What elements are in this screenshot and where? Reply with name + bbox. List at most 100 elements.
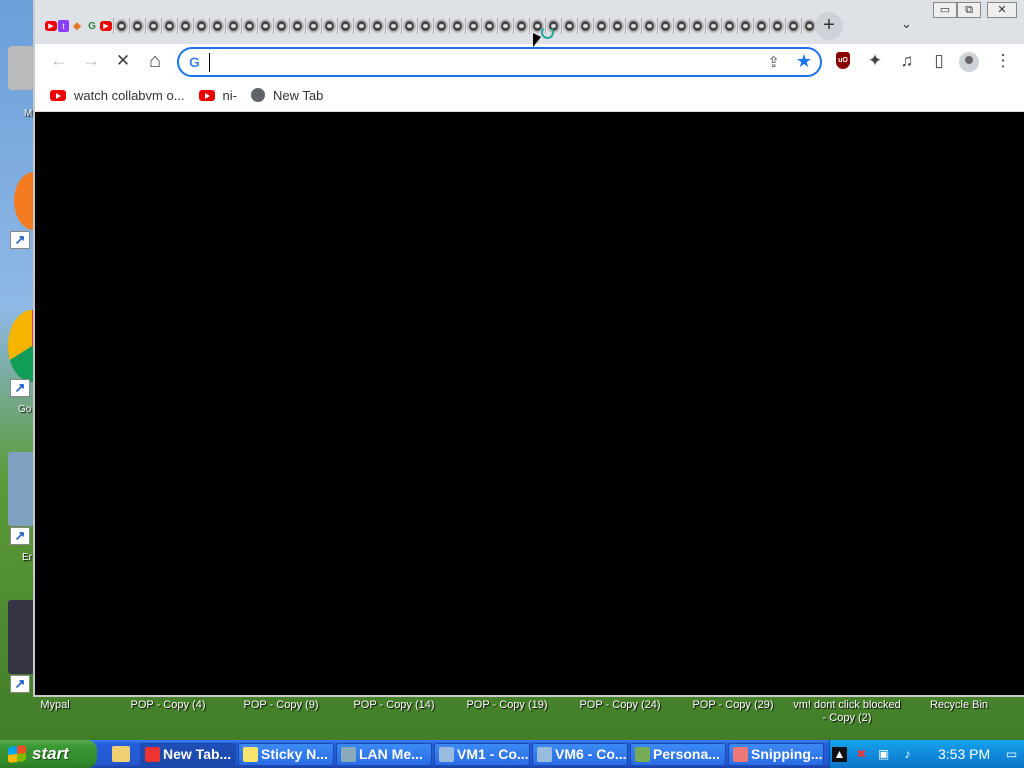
page-content[interactable] — [35, 113, 1024, 695]
ghost-icon[interactable] — [755, 19, 768, 33]
back-button[interactable]: ← — [47, 50, 71, 72]
youtube-icon — [50, 89, 66, 101]
ghost-icon[interactable] — [115, 19, 128, 33]
taskbar-button[interactable]: Persona... — [630, 743, 726, 766]
twitch-icon[interactable]: t — [58, 20, 69, 32]
share-icon[interactable]: ⇪ — [767, 53, 780, 71]
close-button[interactable]: ✕ — [987, 2, 1017, 18]
address-bar[interactable]: G ⇪ ★ — [177, 47, 822, 77]
profile-avatar[interactable] — [959, 52, 979, 72]
desktop-icon-label[interactable]: POP - Copy (4) — [113, 699, 223, 712]
desktop-icon-label[interactable]: POP - Copy (14) — [339, 699, 449, 712]
tab-search-button[interactable]: ⌄ — [901, 16, 912, 32]
ghost-icon[interactable] — [403, 19, 416, 33]
tab-separator — [673, 18, 674, 34]
show-desktop-icon[interactable]: ▭ — [1004, 747, 1019, 762]
forward-button[interactable]: → — [79, 50, 103, 72]
ghost-icon[interactable] — [275, 19, 288, 33]
restore-button[interactable]: ⧉ — [957, 2, 981, 18]
ghost-icon[interactable] — [483, 19, 496, 33]
clock[interactable]: 3:53 PM — [938, 740, 990, 768]
media-control-icon[interactable]: ♫ — [895, 50, 919, 72]
google-icon: G — [189, 54, 200, 70]
taskbar-button[interactable]: Sticky N... — [238, 743, 334, 766]
taskbar-button[interactable]: VM1 - Co... — [434, 743, 530, 766]
bookmark-star-icon[interactable]: ★ — [796, 51, 812, 72]
ghost-icon[interactable] — [515, 19, 528, 33]
ghost-icon[interactable] — [179, 19, 192, 33]
bookmark-item[interactable]: New Tab — [251, 88, 323, 103]
desktop-icon-label[interactable]: POP - Copy (9) — [226, 699, 336, 712]
start-button[interactable]: start — [0, 740, 97, 768]
ghost-icon[interactable] — [739, 19, 752, 33]
duckduckgo-icon[interactable]: ◈ — [70, 18, 84, 34]
ghost-icon[interactable] — [163, 19, 176, 33]
youtube-icon[interactable]: ▶ — [45, 21, 57, 31]
ghost-icon[interactable] — [579, 19, 592, 33]
ghost-icon[interactable] — [643, 19, 656, 33]
ghost-icon[interactable] — [371, 19, 384, 33]
ghost-icon[interactable] — [419, 19, 432, 33]
ghost-icon[interactable] — [451, 19, 464, 33]
ghost-icon[interactable] — [131, 19, 144, 33]
desktop-icon-label[interactable]: vm! dont click blocked - Copy (2) — [792, 699, 902, 725]
chrome-menu-icon[interactable]: ⋮ — [991, 50, 1015, 72]
minimize-button[interactable]: ▭ — [933, 2, 957, 18]
ghost-icon[interactable] — [195, 19, 208, 33]
ghost-icon[interactable] — [675, 19, 688, 33]
ghost-icon[interactable] — [355, 19, 368, 33]
ghost-icon[interactable] — [611, 19, 624, 33]
desktop-icon-label[interactable]: POP - Copy (24) — [565, 699, 675, 712]
ghost-icon[interactable] — [147, 19, 160, 33]
ghost-icon[interactable] — [243, 19, 256, 33]
youtube-icon[interactable]: ▶ — [100, 21, 112, 31]
address-input[interactable] — [209, 53, 749, 72]
ghost-icon[interactable] — [707, 19, 720, 33]
bookmark-item[interactable]: ni- — [198, 88, 237, 103]
ghost-icon[interactable] — [467, 19, 480, 33]
ghost-icon[interactable] — [259, 19, 272, 33]
ghost-icon[interactable] — [323, 19, 336, 33]
ghost-icon[interactable] — [627, 19, 640, 33]
ghost-icon[interactable] — [339, 19, 352, 33]
ghost-icon[interactable] — [595, 19, 608, 33]
ghost-icon[interactable] — [387, 19, 400, 33]
taskbar-button[interactable]: LAN Me... — [336, 743, 432, 766]
ghost-icon[interactable] — [499, 19, 512, 33]
google-icon[interactable]: G — [85, 18, 99, 34]
ghost-icon[interactable] — [691, 19, 704, 33]
ghost-icon[interactable] — [787, 19, 800, 33]
volume-icon[interactable]: ♪ — [900, 747, 915, 762]
ghost-icon[interactable] — [307, 19, 320, 33]
side-panel-icon[interactable]: ▯ — [927, 50, 951, 72]
ghost-icon[interactable] — [211, 19, 224, 33]
ghost-icon[interactable] — [291, 19, 304, 33]
taskbar-button[interactable]: New Tab... — [140, 743, 236, 766]
home-button[interactable]: ⌂ — [143, 50, 167, 72]
ghost-icon[interactable] — [227, 19, 240, 33]
network-icon[interactable]: ▣ — [876, 747, 891, 762]
new-tab-button[interactable]: + — [815, 12, 843, 40]
security-alert-icon[interactable]: ✖ — [854, 747, 869, 762]
ghost-icon[interactable] — [723, 19, 736, 33]
bookmark-item[interactable]: watch collabvm o... — [50, 88, 185, 103]
ghost-icon[interactable] — [659, 19, 672, 33]
ghost-icon[interactable] — [435, 19, 448, 33]
desktop-icon-label[interactable]: POP - Copy (19) — [452, 699, 562, 712]
ublock-origin-icon[interactable]: uO — [836, 52, 850, 69]
desktop-icon-label[interactable]: Mypal — [0, 699, 110, 712]
folder-icon[interactable] — [112, 746, 130, 762]
mypal-desktop-icon[interactable] — [8, 46, 34, 90]
extensions-icon[interactable]: ✦ — [863, 50, 887, 72]
tray-app-icon[interactable]: ▲ — [832, 747, 847, 762]
tab-separator — [161, 18, 162, 34]
desktop-icon-label[interactable]: POP - Copy (29) — [678, 699, 788, 712]
desktop-icon[interactable] — [8, 600, 34, 674]
taskbar-button[interactable]: Snipping... — [728, 743, 824, 766]
desktop-icon-label[interactable]: Recycle Bin — [904, 699, 1014, 712]
stop-button[interactable]: ✕ — [111, 50, 135, 72]
taskbar-button[interactable]: VM6 - Co... — [532, 743, 628, 766]
ghost-icon[interactable] — [771, 19, 784, 33]
ghost-icon[interactable] — [563, 19, 576, 33]
desktop-icon[interactable] — [8, 452, 34, 526]
